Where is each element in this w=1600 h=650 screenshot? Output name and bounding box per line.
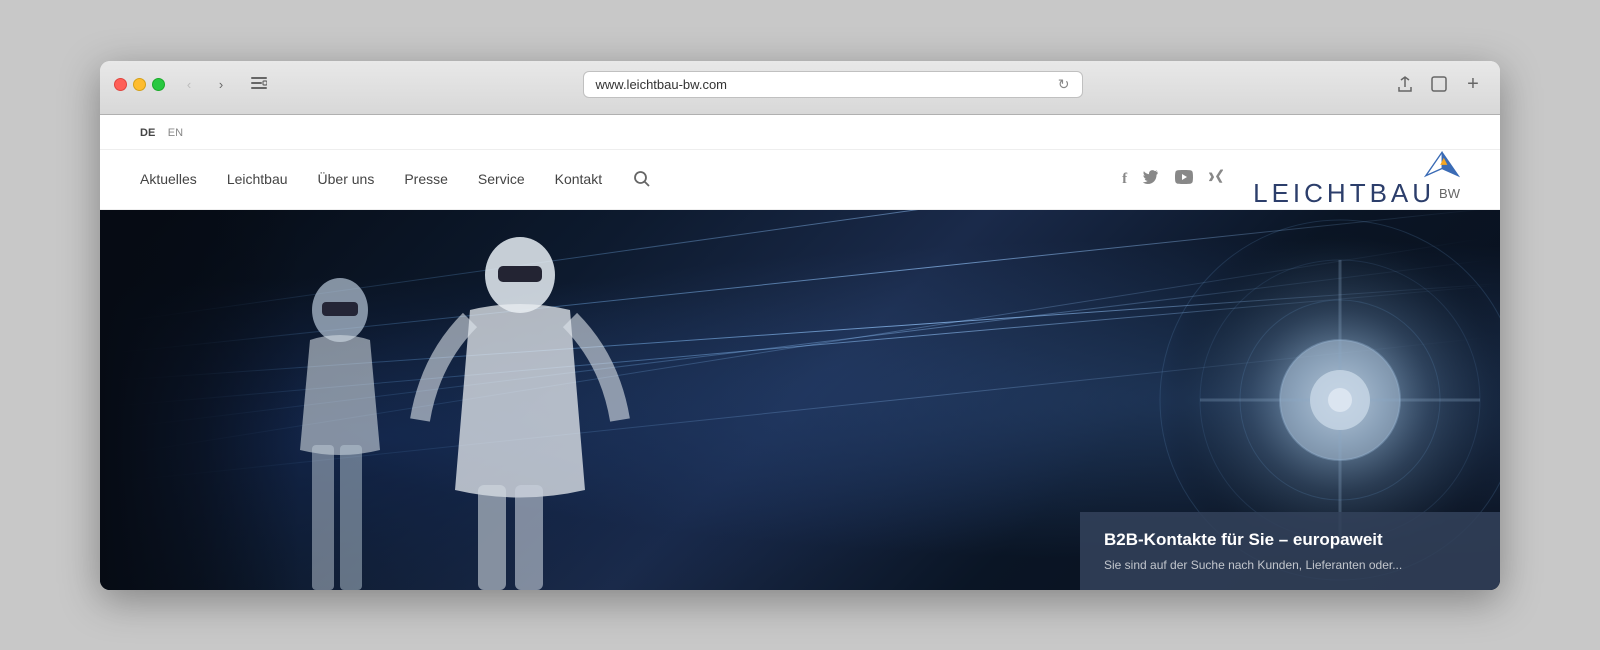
nav-kontakt[interactable]: Kontakt xyxy=(555,171,602,187)
maximize-button[interactable] xyxy=(152,78,165,91)
logo-arrow-icon xyxy=(1424,150,1460,178)
nav-service[interactable]: Service xyxy=(478,171,525,187)
person-2-silhouette xyxy=(390,210,640,590)
hero-persons xyxy=(100,210,1010,590)
nav-presse[interactable]: Presse xyxy=(404,171,448,187)
reload-icon[interactable]: ↻ xyxy=(1058,76,1070,93)
hero-title: B2B-Kontakte für Sie – europaweit xyxy=(1104,530,1476,550)
lang-de[interactable]: DE xyxy=(140,127,155,139)
back-button[interactable]: ‹ xyxy=(175,74,203,94)
sidebar-toggle-button[interactable] xyxy=(245,74,273,94)
main-navigation: Aktuelles Leichtbau Über uns Presse Serv… xyxy=(100,150,1500,210)
minimize-button[interactable] xyxy=(133,78,146,91)
add-tab-button[interactable] xyxy=(1426,74,1452,94)
share-button[interactable] xyxy=(1392,74,1418,94)
nav-leichtbau[interactable]: Leichtbau xyxy=(227,171,288,187)
website-content: DE EN Aktuelles Leichtbau Über uns Press… xyxy=(100,115,1500,590)
logo-text: LEICHTBAU BW xyxy=(1253,178,1460,209)
social-icons: f xyxy=(1122,169,1223,189)
close-button[interactable] xyxy=(114,78,127,91)
logo-bw: BW xyxy=(1439,186,1460,201)
language-bar: DE EN xyxy=(100,115,1500,150)
browser-actions: + xyxy=(1392,74,1486,94)
url-text: www.leichtbau-bw.com xyxy=(596,77,728,92)
new-tab-plus-button[interactable]: + xyxy=(1460,74,1486,94)
logo-word: LEICHTBAU xyxy=(1253,178,1435,209)
lang-en[interactable]: EN xyxy=(168,127,183,139)
xing-icon[interactable] xyxy=(1209,169,1223,189)
hero-subtitle: Sie sind auf der Suche nach Kunden, Lief… xyxy=(1104,556,1476,574)
address-bar[interactable]: www.leichtbau-bw.com ↻ xyxy=(583,71,1083,98)
forward-button[interactable]: › xyxy=(207,74,235,94)
nav-aktuelles[interactable]: Aktuelles xyxy=(140,171,197,187)
youtube-icon[interactable] xyxy=(1175,170,1193,188)
hero-section: B2B-Kontakte für Sie – europaweit Sie si… xyxy=(100,210,1500,590)
browser-chrome: ‹ › www.leichtbau-bw.com ↻ xyxy=(100,61,1500,115)
twitter-icon[interactable] xyxy=(1143,170,1159,188)
address-bar-container: www.leichtbau-bw.com ↻ xyxy=(283,71,1382,98)
search-icon[interactable] xyxy=(632,169,652,189)
browser-window: ‹ › www.leichtbau-bw.com ↻ xyxy=(100,61,1500,590)
traffic-lights xyxy=(114,78,165,91)
nav-ueber-uns[interactable]: Über uns xyxy=(318,171,375,187)
hero-info-bar: B2B-Kontakte für Sie – europaweit Sie si… xyxy=(1080,512,1500,590)
facebook-icon[interactable]: f xyxy=(1122,171,1127,188)
logo[interactable]: LEICHTBAU BW xyxy=(1253,150,1460,209)
nav-links: Aktuelles Leichtbau Über uns Presse Serv… xyxy=(140,169,1092,189)
